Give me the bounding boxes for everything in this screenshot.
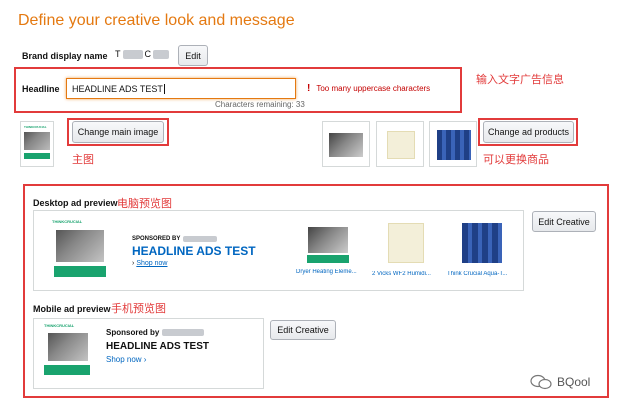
product-title: 2 Vicks WF2 Humidi... [372,271,431,277]
mobile-sponsored-row: Sponsored by [106,328,205,337]
product-title: Dryer Heating Eleme... [296,269,357,275]
desktop-edit-creative-button[interactable]: Edit Creative [532,211,596,232]
mobile-shop-now-link[interactable]: Shop now › [106,355,146,364]
heating-element-image [308,227,348,253]
blurred-text [153,49,169,59]
change-main-image-button[interactable]: Change main image [72,121,164,143]
wechat-icon [530,374,552,390]
humidifier-filter-image [387,131,415,159]
headline-error: ! Too many uppercase characters [307,83,430,94]
mobile-edit-creative-button[interactable]: Edit Creative [270,320,336,340]
product-banner [307,255,349,263]
desktop-headline[interactable]: HEADLINE ADS TEST [132,244,256,258]
page-title: Define your creative look and message [18,12,295,29]
products-annotation: 可以更换商品 [483,154,549,166]
desktop-preview-label: Desktop ad preview [33,198,118,208]
humidifier-filter-image [388,223,424,263]
product-image [48,333,88,361]
desktop-product-2[interactable]: 2 Vicks WF2 Humidi... [372,223,440,287]
product-image [56,230,104,262]
main-image-annotation: 主图 [72,154,94,166]
desktop-product-3[interactable]: Think Crucial Aqua-T... [447,223,517,287]
desktop-shop-now[interactable]: › Shop now [132,260,167,267]
mobile-headline[interactable]: HEADLINE ADS TEST [106,341,209,352]
brand-initial-t: T [115,49,121,59]
brand-display-name-value: T C [115,49,169,59]
desktop-sponsored-row: SPONSORED BY [132,236,218,242]
product-banner [24,153,50,159]
headline-input-value: HEADLINE ADS TEST [72,83,163,94]
brand-display-name-label: Brand display name [22,51,108,61]
product-banner [54,266,106,277]
shop-now-link: Shop now [136,260,168,267]
headline-label: Headline [22,84,60,94]
brand-initial-c: C [144,49,152,59]
brand-logo: THINKCRUCIAL [44,323,75,328]
blurred-text [183,236,218,242]
product-banner [44,365,90,375]
headline-annotation: 输入文字广告信息 [476,74,564,86]
mobile-annotation: 手机预览图 [111,303,166,315]
heating-element-image [329,133,363,157]
desktop-ad-card: THINKCRUCIAL SPONSORED BY HEADLINE ADS T… [33,210,524,291]
product-thumbnail-1 [322,121,370,167]
main-image-thumbnail: THINKCRUCIAL [20,121,54,167]
sponsored-by-label: Sponsored by [106,328,160,337]
blurred-text [122,49,143,59]
blue-filter-image [462,223,502,263]
mobile-preview-label: Mobile ad preview [33,304,111,314]
headline-error-text: Too many uppercase characters [316,84,431,93]
desktop-product-1[interactable]: Dryer Heating Eleme... [296,223,361,287]
product-thumbnail-3 [429,121,477,167]
change-ad-products-button[interactable]: Change ad products [483,121,574,143]
error-icon: ! [307,83,311,94]
watermark: BQool [530,374,590,390]
product-image [24,132,50,150]
bullet-icon: › [132,260,135,267]
sponsored-by-label: SPONSORED BY [132,236,181,242]
characters-remaining: Characters remaining: 33 [215,100,305,109]
product-title: Think Crucial Aqua-T... [447,271,508,277]
desktop-main-image: THINKCRUCIAL [52,219,112,285]
text-cursor [163,83,165,94]
product-thumbnail-2 [376,121,424,167]
brand-logo: THINKCRUCIAL [24,125,47,129]
mobile-main-image: THINKCRUCIAL [44,323,94,385]
desktop-annotation: 电脑预览图 [117,198,172,210]
blurred-text [162,329,205,336]
watermark-text: BQool [557,375,591,389]
headline-input[interactable]: HEADLINE ADS TEST [66,78,296,99]
brand-logo: THINKCRUCIAL [52,219,83,224]
mobile-ad-card: THINKCRUCIAL Sponsored by HEADLINE ADS T… [33,318,264,389]
edit-brand-button[interactable]: Edit [178,45,208,66]
blue-filter-image [437,130,471,160]
